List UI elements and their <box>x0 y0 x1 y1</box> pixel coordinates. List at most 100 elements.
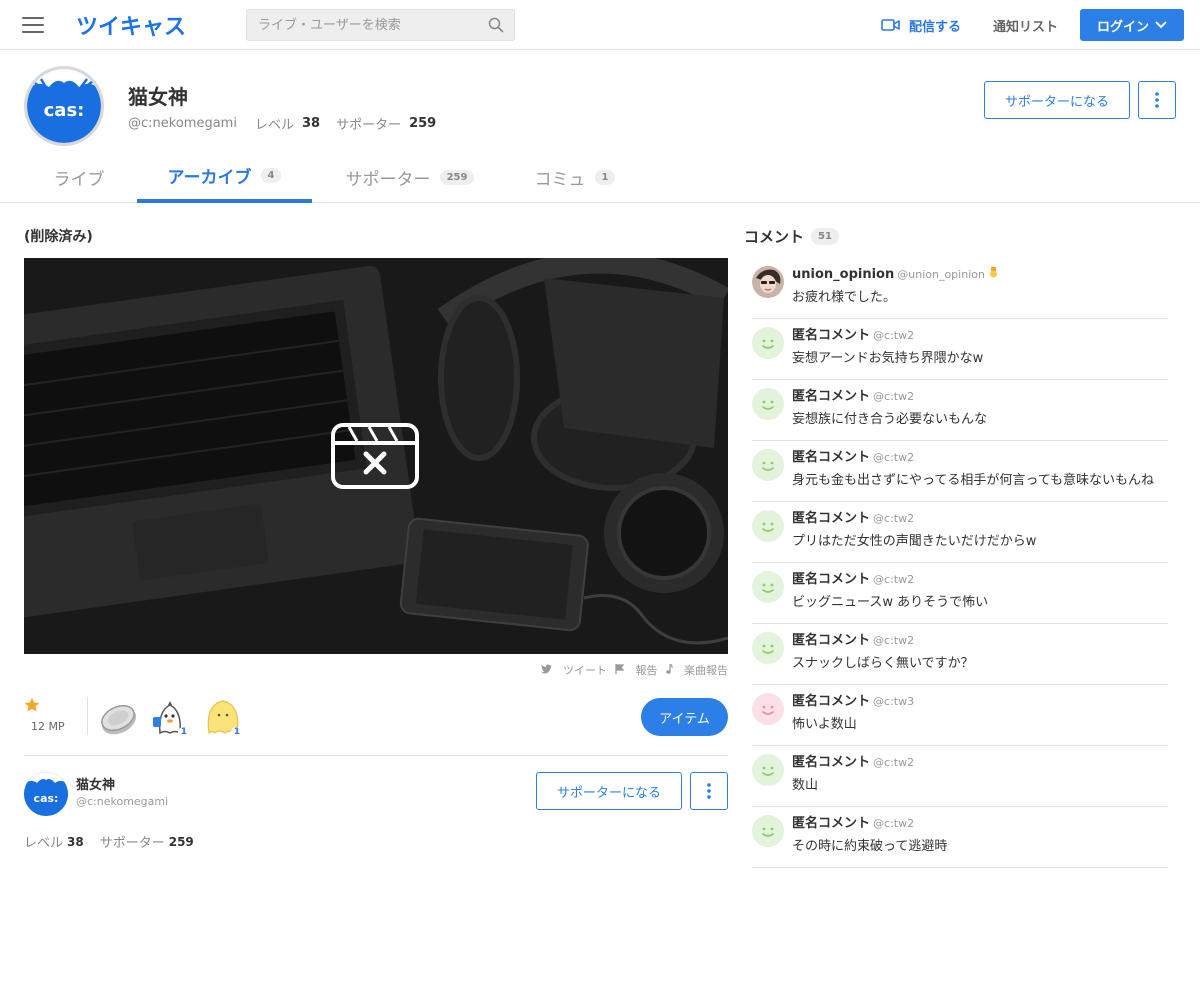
music-report-label: 楽曲報告 <box>684 664 728 677</box>
comment-item: 匿名コメント @c:tw2 ビッグニュースw ありそうで怖い <box>752 563 1168 624</box>
divider <box>24 755 728 756</box>
comment-author[interactable]: 匿名コメント <box>792 450 870 465</box>
tab-label: サポーター <box>345 170 431 190</box>
user-avatar[interactable] <box>752 266 784 298</box>
tweet-link[interactable]: ツイート <box>540 662 607 678</box>
comment-author[interactable]: 匿名コメント <box>792 389 870 404</box>
anonymous-avatar-icon[interactable] <box>752 449 784 481</box>
anonymous-avatar-icon[interactable] <box>752 327 784 359</box>
comment-author[interactable]: 匿名コメント <box>792 755 870 770</box>
comment-list[interactable]: union_opinion @union_opinion お疲れ様でした。 匿名コメン… <box>752 258 1168 870</box>
profile-name: 猫女神 <box>128 85 188 109</box>
video-player[interactable] <box>24 258 728 654</box>
tab-supporters[interactable]: サポーター 259 <box>330 152 490 203</box>
gift-ghost-mascot[interactable]: 1 <box>150 697 190 737</box>
comment-author[interactable]: 匿名コメント <box>792 633 870 648</box>
music-note-icon <box>665 663 673 674</box>
owner-avatar[interactable]: cas: <box>24 772 68 816</box>
comment-author[interactable]: 匿名コメント <box>792 511 870 526</box>
comments-title: コメント <box>744 228 805 246</box>
comment-author[interactable]: 匿名コメント <box>792 572 870 587</box>
mp-block: 12 MP <box>24 697 86 737</box>
comment-author[interactable]: 匿名コメント <box>792 694 870 709</box>
broadcast-label: 配信する <box>909 19 962 35</box>
kebab-menu-icon <box>707 783 711 799</box>
comment-text: プリはただ女性の声聞きたいだけだからw <box>792 534 1037 549</box>
level-label: レベル <box>254 118 294 133</box>
comment-handle: @c:tw2 <box>873 634 915 647</box>
tab-label: ライブ <box>53 170 105 190</box>
comment-header: union_opinion @union_opinion <box>792 266 1168 284</box>
comment-author[interactable]: 匿名コメント <box>792 328 870 343</box>
comment-item: 匿名コメント @c:tw2 プリはただ女性の声聞きたいだけだからw <box>752 502 1168 563</box>
tab-archive[interactable]: アーカイブ 4 <box>137 152 312 203</box>
video-placeholder-image <box>24 258 728 654</box>
comment-author[interactable]: union_opinion <box>792 267 894 282</box>
flag-icon <box>615 664 625 674</box>
tab-label: コミュ <box>534 170 586 190</box>
broadcast-button[interactable]: 配信する <box>881 16 962 35</box>
anonymous-avatar-icon[interactable] <box>752 388 784 420</box>
gift-count: 1 <box>230 727 243 737</box>
anonymous-avatar-icon[interactable] <box>752 571 784 603</box>
tab-live[interactable]: ライブ <box>30 152 128 203</box>
gift-yellow-ghost[interactable]: 1 <box>203 697 243 737</box>
comment-header: 匿名コメント @c:tw2 <box>792 815 1168 833</box>
comment-text: 身元も金も出さずにやってる相手が何言っても意味ないもんね <box>792 473 1155 488</box>
become-supporter-button[interactable]: サポーターになる <box>536 772 682 810</box>
star-icon <box>24 697 40 712</box>
comment-header: 匿名コメント @c:tw2 <box>792 571 1168 589</box>
tab-label: アーカイブ <box>167 168 252 188</box>
comment-handle: @c:tw2 <box>873 390 915 403</box>
twitter-icon <box>540 664 551 674</box>
anonymous-avatar-icon[interactable] <box>752 815 784 847</box>
avatar-text: cas: <box>44 100 85 121</box>
comments-header: コメント 51 <box>744 226 839 247</box>
profile-avatar[interactable]: cas: <box>24 66 104 146</box>
video-camera-icon <box>881 19 900 31</box>
comment-handle: @c:tw2 <box>873 451 915 464</box>
owner-name[interactable]: 猫女神 <box>76 774 115 793</box>
become-supporter-button[interactable]: サポーターになる <box>984 81 1130 119</box>
site-logo[interactable]: ツイキャス <box>76 9 186 41</box>
more-options-button[interactable] <box>690 772 728 810</box>
anonymous-avatar-icon[interactable] <box>752 632 784 664</box>
coin-icon <box>101 704 137 735</box>
item-button[interactable]: アイテム <box>641 698 728 736</box>
notify-list-link[interactable]: 通知リスト <box>993 16 1058 35</box>
level-value: 38 <box>301 116 321 131</box>
tab-count: 4 <box>260 168 282 183</box>
comment-handle: @c:tw3 <box>873 695 915 708</box>
gift-coin[interactable] <box>99 697 139 737</box>
music-report-link[interactable]: 楽曲報告 <box>665 662 728 678</box>
tab-count: 1 <box>594 170 616 185</box>
anonymous-avatar-icon[interactable] <box>752 754 784 786</box>
login-button[interactable]: ログイン <box>1080 9 1184 41</box>
supporter-medal-icon <box>989 267 998 282</box>
login-label: ログイン <box>1096 19 1149 35</box>
profile-meta: @c:nekomegami レベル 38 サポーター 259 <box>128 114 452 133</box>
cas-avatar-image: cas: <box>24 772 68 816</box>
anonymous-avatar-icon[interactable] <box>752 693 784 725</box>
supporter-count: 259 <box>168 834 194 849</box>
search-icon[interactable] <box>488 17 504 33</box>
comment-item: 匿名コメント @c:tw2 身元も金も出さずにやってる相手が何言っても意味ないもんね <box>752 441 1168 502</box>
level-value: 38 <box>67 834 84 849</box>
comment-item: 匿名コメント @c:tw2 スナックしばらく無いですか？ <box>752 624 1168 685</box>
comment-handle: @c:tw2 <box>873 329 915 342</box>
menu-icon[interactable] <box>22 17 44 33</box>
comment-author[interactable]: 匿名コメント <box>792 816 870 831</box>
more-options-button[interactable] <box>1138 81 1176 119</box>
video-title: (削除済み) <box>24 229 93 245</box>
comment-item: 匿名コメント @c:tw3 怖いよ数山 <box>752 685 1168 746</box>
search-input[interactable] <box>247 10 482 40</box>
report-link[interactable]: 報告 <box>615 662 658 678</box>
comment-header: 匿名コメント @c:tw2 <box>792 388 1168 406</box>
comment-handle: @c:tw2 <box>873 512 915 525</box>
comments-count: 51 <box>811 228 839 245</box>
comment-text: 数山 <box>792 778 819 793</box>
comment-text: ビッグニュースw ありそうで怖い <box>792 595 989 610</box>
anonymous-avatar-icon[interactable] <box>752 510 784 542</box>
comment-header: 匿名コメント @c:tw2 <box>792 754 1168 772</box>
tab-community[interactable]: コミュ 1 <box>520 152 630 203</box>
